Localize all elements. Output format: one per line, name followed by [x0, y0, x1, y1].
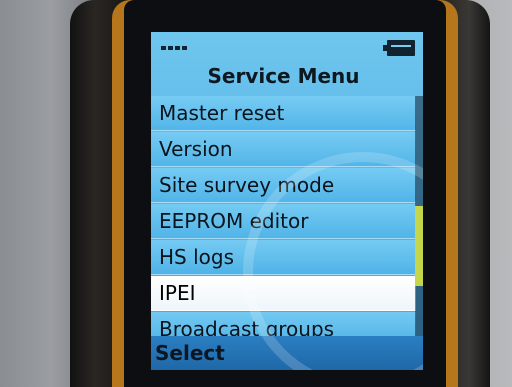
scrollbar-thumb[interactable] — [415, 206, 423, 286]
menu-title: Service Menu — [207, 64, 360, 88]
menu-item-site-survey-mode[interactable]: Site survey mode — [151, 168, 416, 203]
menu-item-version[interactable]: Version — [151, 132, 416, 167]
battery-icon — [383, 40, 415, 56]
status-bar — [151, 32, 423, 60]
scrollbar[interactable] — [415, 96, 423, 341]
signal-icon — [161, 46, 187, 50]
menu-list: Master reset Version Site survey mode EE… — [151, 96, 416, 348]
select-softkey[interactable]: Select — [155, 336, 225, 370]
menu-item-ipei[interactable]: IPEI — [151, 276, 416, 311]
phone-screen: Service Menu Master reset Version Site s… — [151, 32, 423, 370]
menu-item-hs-logs[interactable]: HS logs — [151, 240, 416, 275]
menu-item-master-reset[interactable]: Master reset — [151, 96, 416, 131]
softkey-bar: Select — [151, 336, 423, 370]
menu-item-eeprom-editor[interactable]: EEPROM editor — [151, 204, 416, 239]
